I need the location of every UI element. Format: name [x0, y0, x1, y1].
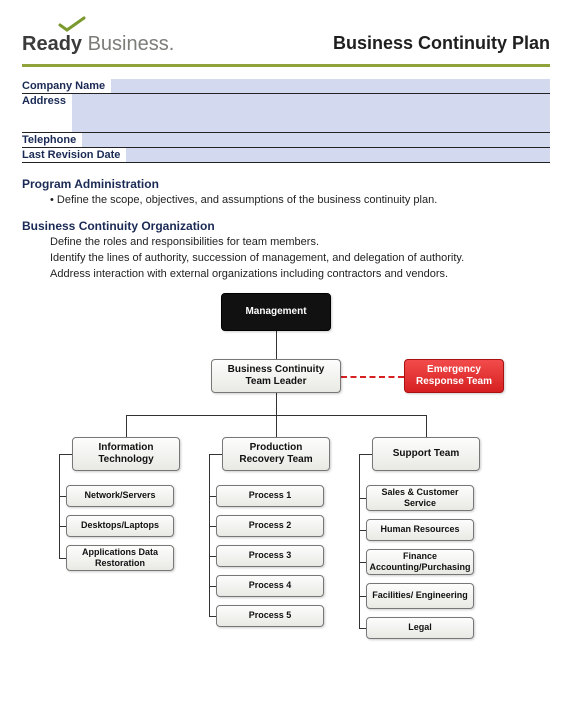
company-input[interactable] — [111, 79, 550, 93]
brand-strong: Ready — [22, 33, 82, 55]
node-prod-sub: Process 1 — [216, 485, 324, 507]
connector — [359, 530, 366, 531]
node-it-sub: Network/Servers — [66, 485, 174, 507]
org-line-1: Define the roles and responsibilities fo… — [50, 235, 550, 251]
revision-row: Last Revision Date — [22, 148, 550, 163]
node-prod-sub: Process 2 — [216, 515, 324, 537]
connector — [126, 415, 127, 437]
brand-text: Ready Business. — [22, 34, 174, 54]
connector — [209, 454, 222, 455]
node-supp-sub: Finance Accounting/Purchasing — [366, 549, 474, 575]
telephone-row: Telephone — [22, 133, 550, 148]
connector — [276, 331, 277, 359]
connector — [209, 556, 216, 557]
address-label: Address — [22, 94, 72, 108]
node-supp-sub: Facilities/ Engineering — [366, 583, 474, 609]
connector — [209, 526, 216, 527]
telephone-input[interactable] — [82, 133, 550, 147]
connector — [359, 596, 366, 597]
node-supp-sub: Sales & Customer Service — [366, 485, 474, 511]
connector — [59, 526, 66, 527]
address-input[interactable] — [72, 94, 550, 132]
revision-label: Last Revision Date — [22, 148, 126, 162]
connector — [359, 454, 372, 455]
node-emergency: Emergency Response Team — [404, 359, 504, 393]
org-text: Define the roles and responsibilities fo… — [50, 235, 550, 283]
node-leader: Business Continuity Team Leader — [211, 359, 341, 393]
connector — [359, 562, 366, 563]
connector — [209, 616, 216, 617]
node-prod: Production Recovery Team — [222, 437, 330, 471]
node-it-sub: Desktops/Laptops — [66, 515, 174, 537]
connector — [59, 454, 72, 455]
node-support: Support Team — [372, 437, 480, 471]
connector — [209, 496, 216, 497]
node-prod-sub: Process 5 — [216, 605, 324, 627]
connector — [59, 496, 66, 497]
org-line-2: Identify the lines of authority, success… — [50, 251, 550, 267]
org-heading: Business Continuity Organization — [22, 219, 550, 233]
connector — [59, 454, 60, 558]
brand-light: Business. — [88, 33, 175, 55]
node-it: Information Technology — [72, 437, 180, 471]
node-supp-sub: Human Resources — [366, 519, 474, 541]
org-line-3: Address interaction with external organi… — [50, 267, 550, 283]
page-title: Business Continuity Plan — [333, 33, 550, 54]
admin-heading: Program Administration — [22, 177, 550, 191]
node-prod-sub: Process 3 — [216, 545, 324, 567]
logo: Ready Business. — [22, 16, 174, 54]
node-prod-sub: Process 4 — [216, 575, 324, 597]
connector — [359, 628, 366, 629]
connector — [209, 454, 210, 616]
company-row: Company Name — [22, 79, 550, 94]
connector — [359, 454, 360, 628]
info-form: Company Name Address Telephone Last Revi… — [22, 79, 550, 163]
admin-bullet: Define the scope, objectives, and assump… — [50, 193, 550, 209]
title-rule — [22, 64, 550, 67]
connector — [276, 415, 277, 437]
connector — [426, 415, 427, 437]
company-label: Company Name — [22, 79, 111, 93]
telephone-label: Telephone — [22, 133, 82, 147]
org-chart: Management Business Continuity Team Lead… — [26, 293, 546, 663]
revision-input[interactable] — [126, 148, 550, 162]
connector — [359, 498, 366, 499]
connector — [276, 393, 277, 415]
connector — [59, 558, 66, 559]
connector — [209, 586, 216, 587]
node-it-sub: Applications Data Restoration — [66, 545, 174, 571]
connector-dashed — [341, 376, 404, 378]
node-management: Management — [221, 293, 331, 331]
node-supp-sub: Legal — [366, 617, 474, 639]
header: Ready Business. Business Continuity Plan — [22, 16, 550, 60]
address-row: Address — [22, 94, 550, 133]
